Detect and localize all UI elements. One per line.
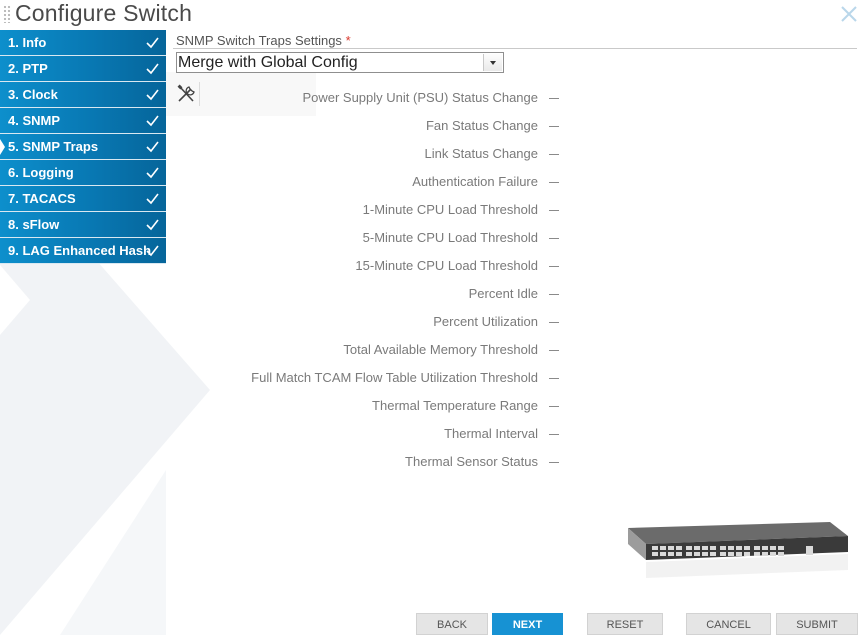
step-label: 2. PTP [8, 61, 48, 76]
step-label: 3. Clock [8, 87, 58, 102]
trap-row-psu-status-change: Power Supply Unit (PSU) Status Change [170, 88, 570, 116]
check-icon [146, 167, 159, 179]
next-button[interactable]: NEXT [492, 613, 563, 635]
trap-label: Full Match TCAM Flow Table Utilization T… [251, 370, 538, 385]
step-lag-enhanced-hash[interactable]: 9. LAG Enhanced Hash [0, 238, 166, 264]
step-label: 9. LAG Enhanced Hash [8, 243, 152, 258]
trap-label: 1-Minute CPU Load Threshold [362, 202, 538, 217]
trap-value[interactable] [549, 378, 559, 379]
step-label: 8. sFlow [8, 217, 60, 232]
trap-value[interactable] [549, 434, 559, 435]
check-icon [146, 193, 159, 205]
trap-row-1min-cpu-load: 1-Minute CPU Load Threshold [170, 200, 570, 228]
required-indicator: * [345, 33, 351, 48]
submit-button[interactable]: SUBMIT [776, 613, 858, 635]
trap-value[interactable] [549, 98, 559, 99]
step-snmp-traps[interactable]: 5. SNMP Traps [0, 134, 166, 160]
trap-label: Total Available Memory Threshold [343, 342, 538, 357]
check-icon [146, 115, 159, 127]
check-icon [146, 63, 159, 75]
trap-value[interactable] [549, 406, 559, 407]
trap-label: Power Supply Unit (PSU) Status Change [302, 90, 538, 105]
check-icon [146, 245, 159, 257]
trap-value[interactable] [549, 266, 559, 267]
trap-row-percent-utilization: Percent Utilization [170, 312, 570, 340]
trap-label: Link Status Change [424, 146, 538, 161]
check-icon [146, 37, 159, 49]
trap-row-total-memory: Total Available Memory Threshold [170, 340, 570, 368]
step-logging[interactable]: 6. Logging [0, 160, 166, 186]
trap-value[interactable] [549, 238, 559, 239]
trap-label: Thermal Temperature Range [372, 398, 538, 413]
trap-label: Percent Utilization [433, 314, 538, 329]
trap-value[interactable] [549, 462, 559, 463]
trap-row-thermal-interval: Thermal Interval [170, 424, 570, 452]
check-icon [146, 141, 159, 153]
close-icon[interactable] [839, 4, 859, 24]
section-divider [173, 48, 857, 49]
trap-value[interactable] [549, 322, 559, 323]
step-label: 6. Logging [8, 165, 74, 180]
trap-row-percent-idle: Percent Idle [170, 284, 570, 312]
section-title-text: SNMP Switch Traps Settings [176, 33, 342, 48]
cancel-button[interactable]: CANCEL [686, 613, 771, 635]
step-sflow[interactable]: 8. sFlow [0, 212, 166, 238]
config-mode-value: Merge with Global Config [178, 54, 358, 71]
active-step-indicator [0, 139, 5, 155]
trap-label: 5-Minute CPU Load Threshold [362, 230, 538, 245]
step-tacacs[interactable]: 7. TACACS [0, 186, 166, 212]
window-title: Configure Switch [15, 0, 193, 26]
check-icon [146, 89, 159, 101]
check-icon [146, 219, 159, 231]
trap-label: Fan Status Change [425, 118, 538, 133]
trap-label: 15-Minute CPU Load Threshold [355, 258, 538, 273]
trap-value[interactable] [549, 126, 559, 127]
trap-row-authentication-failure: Authentication Failure [170, 172, 570, 200]
step-label: 1. Info [8, 35, 47, 50]
trap-value[interactable] [549, 210, 559, 211]
step-label: 5. SNMP Traps [8, 139, 99, 154]
wizard-steps: 1. Info 2. PTP 3. Clock 4. SNMP 5. SNMP … [0, 30, 166, 264]
step-label: 4. SNMP [8, 113, 61, 128]
trap-row-15min-cpu-load: 15-Minute CPU Load Threshold [170, 256, 570, 284]
trap-row-thermal-sensor-status: Thermal Sensor Status [170, 452, 570, 480]
drag-handle-icon[interactable] [3, 5, 11, 23]
trap-value[interactable] [549, 294, 559, 295]
trap-row-link-status-change: Link Status Change [170, 144, 570, 172]
config-mode-select[interactable]: Merge with Global Config [176, 52, 504, 73]
trap-row-fan-status-change: Fan Status Change [170, 116, 570, 144]
trap-value[interactable] [549, 350, 559, 351]
step-info[interactable]: 1. Info [0, 30, 166, 56]
trap-label: Authentication Failure [412, 174, 538, 189]
switch-image [628, 522, 848, 578]
trap-row-5min-cpu-load: 5-Minute CPU Load Threshold [170, 228, 570, 256]
trap-list: Power Supply Unit (PSU) Status Change Fa… [170, 88, 570, 480]
trap-row-thermal-temperature-range: Thermal Temperature Range [170, 396, 570, 424]
trap-label: Thermal Interval [444, 426, 538, 441]
step-ptp[interactable]: 2. PTP [0, 56, 166, 82]
reset-button[interactable]: RESET [587, 613, 663, 635]
chevron-down-icon[interactable] [483, 54, 502, 71]
trap-value[interactable] [549, 154, 559, 155]
section-title: SNMP Switch Traps Settings * [176, 33, 351, 48]
back-button[interactable]: BACK [416, 613, 488, 635]
trap-label: Percent Idle [468, 286, 538, 301]
step-snmp[interactable]: 4. SNMP [0, 108, 166, 134]
step-label: 7. TACACS [8, 191, 76, 206]
title-bar: Configure Switch [0, 0, 864, 28]
trap-row-tcam-utilization: Full Match TCAM Flow Table Utilization T… [170, 368, 570, 396]
trap-label: Thermal Sensor Status [405, 454, 538, 469]
step-clock[interactable]: 3. Clock [0, 82, 166, 108]
trap-value[interactable] [549, 182, 559, 183]
